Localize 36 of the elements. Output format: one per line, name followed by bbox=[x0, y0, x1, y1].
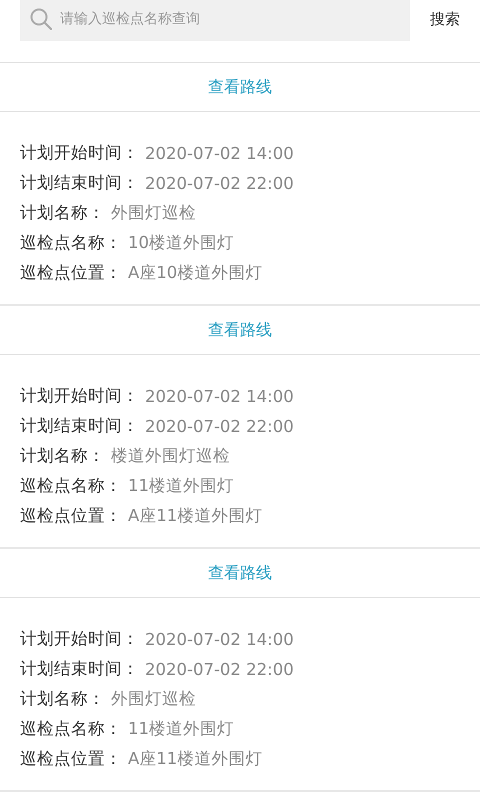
field-value: 11楼道外围灯 bbox=[128, 718, 234, 740]
field-label: 巡检点位置： bbox=[20, 748, 122, 770]
field-value: 2020-07-02 14:00 bbox=[145, 144, 294, 162]
field-value: 2020-07-02 22:00 bbox=[145, 174, 294, 192]
view-route-link[interactable]: 查看路线 bbox=[208, 320, 272, 340]
field-value: 外围灯巡检 bbox=[111, 202, 196, 224]
field-value: 2020-07-02 14:00 bbox=[145, 386, 294, 406]
field-value: 10楼道外围灯 bbox=[128, 232, 234, 254]
field-value: 2020-07-02 14:00 bbox=[145, 630, 294, 648]
field-label: 计划结束时间： bbox=[20, 172, 139, 194]
field-value: A座11楼道外围灯 bbox=[128, 505, 262, 527]
field-value: 2020-07-02 22:00 bbox=[145, 660, 294, 678]
field-label: 巡检点名称： bbox=[20, 232, 122, 254]
field-label: 计划名称： bbox=[20, 445, 105, 467]
search-field[interactable]: 请输入巡检点名称查询 bbox=[20, 0, 410, 41]
field-value: 2020-07-02 22:00 bbox=[145, 416, 294, 436]
field-label: 巡检点名称： bbox=[20, 475, 122, 497]
field-label: 计划开始时间： bbox=[20, 142, 139, 164]
field-label: 巡检点位置： bbox=[20, 262, 122, 284]
view-route-link[interactable]: 查看路线 bbox=[208, 76, 272, 98]
field-value: 11楼道外围灯 bbox=[128, 475, 234, 497]
field-label: 计划名称： bbox=[20, 688, 105, 710]
field-label: 巡检点位置： bbox=[20, 505, 122, 527]
field-label: 计划开始时间： bbox=[20, 385, 139, 407]
field-label: 巡检点名称： bbox=[20, 718, 122, 740]
field-label: 计划开始时间： bbox=[20, 628, 139, 650]
field-label: 计划结束时间： bbox=[20, 658, 139, 680]
field-label: 计划结束时间： bbox=[20, 415, 139, 437]
search-icon bbox=[30, 8, 52, 30]
field-value: 楼道外围灯巡检 bbox=[111, 445, 230, 467]
field-value: 外围灯巡检 bbox=[111, 688, 196, 710]
field-value: A座11楼道外围灯 bbox=[128, 748, 262, 770]
search-button[interactable]: 搜索 bbox=[410, 8, 480, 30]
field-label: 计划名称： bbox=[20, 202, 105, 224]
field-value: A座10楼道外围灯 bbox=[128, 262, 262, 284]
view-route-link[interactable]: 查看路线 bbox=[208, 562, 272, 584]
